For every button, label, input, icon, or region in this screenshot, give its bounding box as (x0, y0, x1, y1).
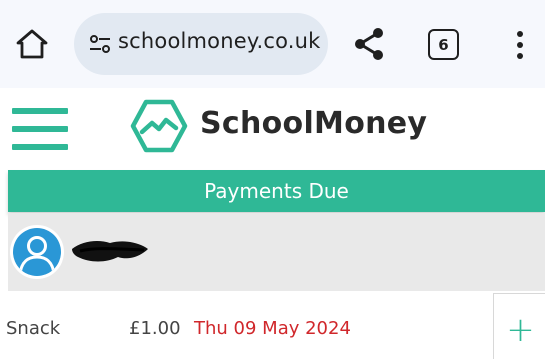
payment-item-name: Snack (6, 318, 61, 339)
site-settings-icon[interactable] (88, 32, 112, 56)
home-icon[interactable] (14, 26, 50, 62)
address-bar[interactable]: schoolmoney.co.uk (74, 13, 328, 75)
plus-icon: + (506, 309, 535, 350)
share-icon[interactable] (353, 27, 385, 61)
payment-due-date: Thu 09 May 2024 (194, 318, 351, 339)
add-payment-button[interactable]: + (493, 293, 545, 359)
app-header: SchoolMoney (0, 88, 545, 170)
hamburger-menu-icon[interactable] (12, 108, 68, 150)
banner-title: Payments Due (204, 179, 349, 203)
tab-switcher-icon[interactable]: 6 (428, 29, 459, 60)
schoolmoney-logo-icon (130, 99, 188, 153)
more-vert-icon[interactable] (508, 29, 532, 61)
brand-name: SchoolMoney (200, 106, 428, 141)
tab-count: 6 (438, 35, 449, 54)
payment-amount: £1.00 (129, 318, 181, 339)
child-row[interactable] (8, 213, 545, 291)
browser-toolbar: schoolmoney.co.uk 6 (0, 0, 545, 88)
payment-row: Snack £1.00 Thu 09 May 2024 + (0, 291, 545, 359)
avatar (10, 225, 64, 279)
url-text: schoolmoney.co.uk (118, 29, 321, 53)
payments-due-banner: Payments Due (8, 170, 545, 212)
redacted-child-name (72, 241, 148, 262)
